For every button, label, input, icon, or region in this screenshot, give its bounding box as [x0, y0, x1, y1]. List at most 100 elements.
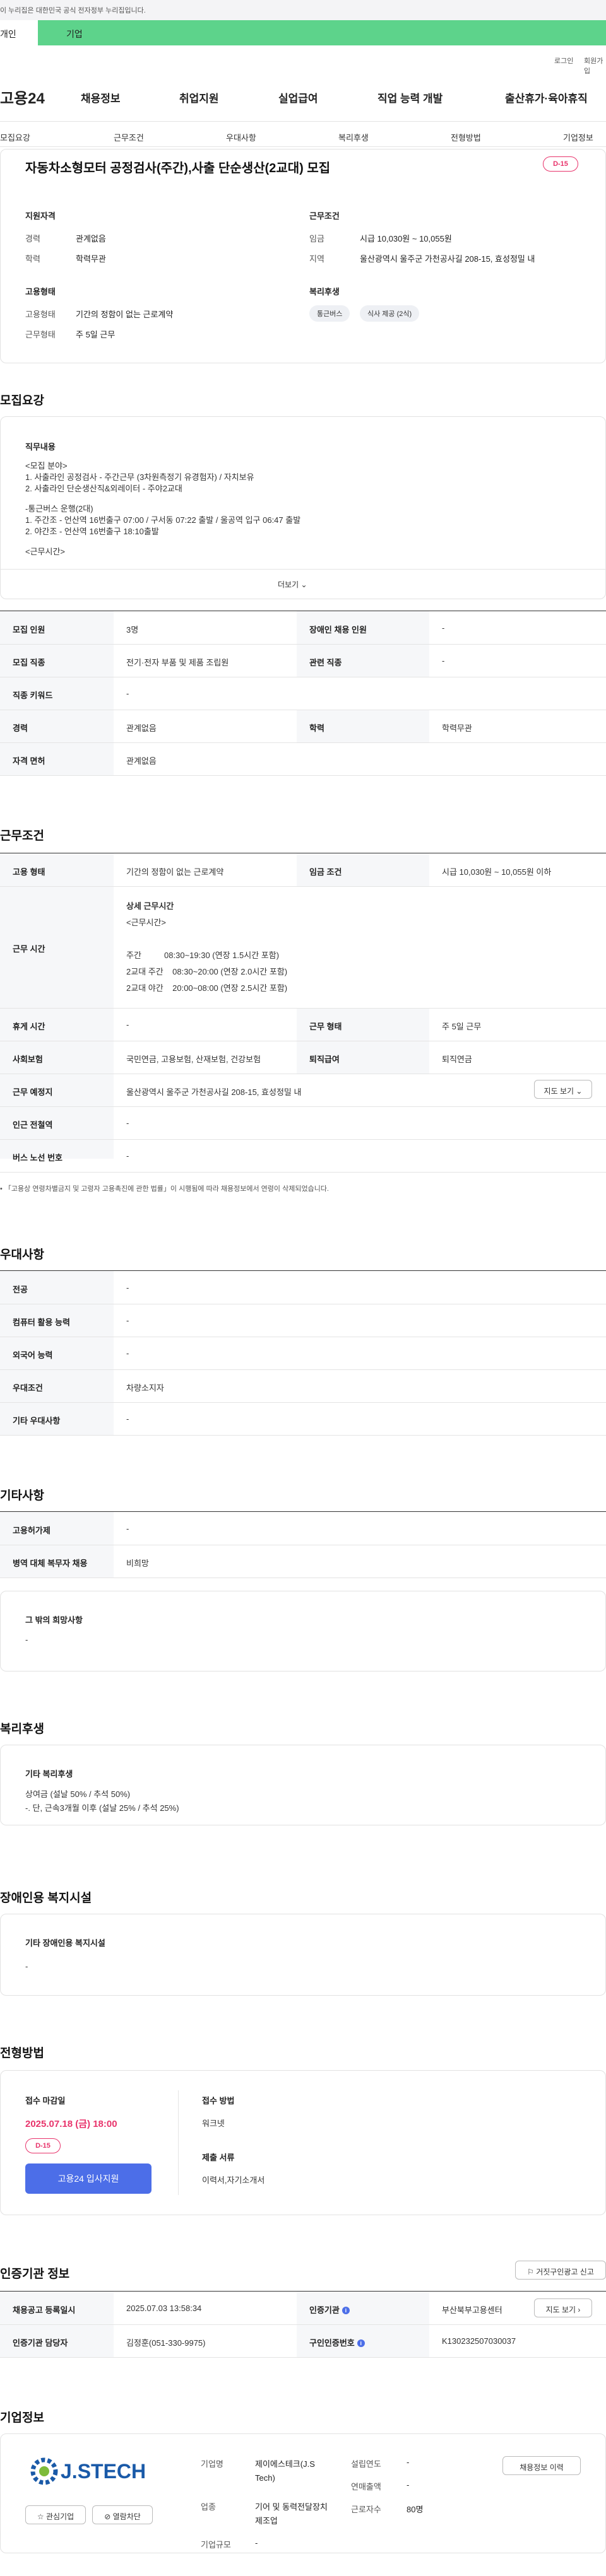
map-button-label: 지도 보기 — [544, 1087, 574, 1096]
chevron-right-icon: › — [578, 2305, 581, 2314]
subnav-recruit[interactable]: 모집요강 — [0, 131, 30, 143]
row-divider — [0, 1172, 606, 1173]
divider — [0, 146, 606, 147]
table-header: 채용공고 등록일시 — [13, 2305, 76, 2315]
section-title-disability: 장애인용 복지시설 — [0, 1892, 92, 1905]
etc-box-label: 그 밖의 희망사항 — [25, 1615, 83, 1625]
history-button[interactable]: 채용정보 이력 — [502, 2456, 581, 2475]
table-cell: 시급 10,030원 ~ 10,055원 이하 — [442, 867, 552, 877]
subnav-preference[interactable]: 우대사항 — [226, 131, 256, 143]
favorite-company-button[interactable]: ☆ 관심기업 — [25, 2505, 86, 2524]
gnb-job-training[interactable]: 직업 능력 개발 — [377, 90, 443, 105]
duty-line: <근무시간> — [25, 547, 66, 556]
employees-value: 80명 — [407, 2505, 424, 2514]
region-value: 울산광역시 울주군 가천공사길 208-15, 효성정밀 내 — [360, 254, 535, 264]
info-icon[interactable]: i — [342, 2307, 350, 2314]
company-name-key: 기업명 — [201, 2459, 223, 2469]
gov-banner: 이 누리집은 대한민국 공식 전자정부 누리집입니다. — [0, 0, 606, 20]
table-header: 사회보험 — [13, 1055, 43, 1064]
welfare-chip: 통근버스 — [309, 305, 350, 322]
duty-line — [25, 495, 300, 503]
join-link[interactable]: 회원가입 — [584, 56, 606, 76]
etc-box-value: - — [25, 1635, 28, 1644]
table-cell: 주 5일 근무 — [442, 1022, 482, 1031]
block-company-button[interactable]: ⊘ 열람차단 — [92, 2505, 153, 2524]
table-header: 인증기관 i — [309, 2304, 350, 2315]
table-cell: - — [442, 656, 445, 665]
wage-value: 시급 10,030원 ~ 10,055원 — [360, 234, 452, 243]
welfare-label: 기타 복리후생 — [25, 1769, 73, 1779]
map-button[interactable]: 지도 보기 ⌄ — [534, 1080, 592, 1099]
member-tabs: 개인 기업 — [0, 20, 606, 45]
table-cell: - — [442, 623, 445, 633]
gnb-parental-leave[interactable]: 출산휴가·육아휴직 — [505, 90, 588, 105]
disability-label: 기타 장애인용 복지시설 — [25, 1938, 105, 1948]
duty-line: <모집 분야> — [25, 461, 68, 471]
chevron-down-icon: ⌄ — [576, 1087, 583, 1096]
sales-key: 연매출액 — [351, 2482, 381, 2491]
company-card — [0, 2433, 606, 2553]
report-button[interactable]: ⚐ 거짓구인광고 신고 — [515, 2261, 606, 2280]
tab-individual[interactable]: 개인 — [0, 20, 38, 45]
age-note-text: 「고용상 연령차별금지 및 고령자 고용촉진에 관한 법률」이 시행됨에 따라 … — [4, 1185, 329, 1193]
row-divider — [0, 1435, 606, 1436]
welfare-heading: 복리후생 — [309, 287, 340, 296]
duty-line — [25, 537, 300, 546]
table-cell: 퇴직연금 — [442, 1055, 472, 1064]
section-title-preference: 우대사항 — [0, 1248, 44, 1262]
table-cell: 학력무관 — [442, 723, 472, 733]
table-header: 전공 — [13, 1285, 28, 1294]
row-divider — [0, 1008, 606, 1009]
table-header: 구인인증번호 i — [309, 2336, 365, 2348]
row-divider — [0, 2357, 606, 2358]
size-key: 기업규모 — [201, 2540, 231, 2550]
subnav-company[interactable]: 기업정보 — [563, 131, 593, 143]
gnb-unemployment-benefit[interactable]: 실업급여 — [278, 90, 318, 105]
section-title-welfare: 복리후생 — [0, 1723, 44, 1736]
welfare-chip: 식사 제공 (2식) — [360, 305, 420, 322]
tab-business[interactable]: 기업 — [38, 20, 606, 45]
gear-logo-icon — [30, 2457, 58, 2485]
table-cell: - — [126, 1349, 129, 1358]
gnb-job-info[interactable]: 채용정보 — [81, 90, 121, 105]
table-cell: - — [126, 1524, 129, 1533]
size-value: - — [255, 2538, 258, 2548]
time-line: 상세 근무시간 — [126, 901, 174, 911]
dday-badge: D-15 — [25, 2138, 61, 2153]
subnav-welfare[interactable]: 복리후생 — [338, 131, 369, 143]
subnav-selection[interactable]: 전형방법 — [451, 131, 481, 143]
table-header: 병역 대체 복무자 채용 — [13, 1559, 88, 1568]
docs-value: 이력서,자기소개서 — [202, 2175, 265, 2185]
agency-map-button[interactable]: 지도 보기 › — [534, 2298, 592, 2317]
duty-line: 1. 사출라인 공정검사 - 주간근무 (3차원측정기 유경험자) / 자치보유 — [25, 472, 254, 482]
time-line: 주간 08:30~19:30 (연장 1.5시간 포함) — [126, 951, 280, 960]
more-label: 더보기 — [278, 580, 299, 589]
apply-button[interactable]: 고용24 입사지원 — [25, 2163, 152, 2194]
year-value: - — [407, 2457, 410, 2467]
section-title-agency: 인증기관 정보 — [0, 2268, 70, 2281]
info-icon[interactable]: i — [357, 2339, 365, 2347]
login-link[interactable]: 로그인 — [554, 56, 573, 66]
etc-box — [0, 1591, 606, 1671]
welfare-line: -. 단, 근속3개월 이후 (설날 25% / 추석 25%) — [25, 1803, 179, 1813]
gnb-employment-support[interactable]: 취업지원 — [179, 90, 219, 105]
flag-icon: ⚐ — [527, 2268, 534, 2276]
site-logo[interactable]: 고용24 — [0, 86, 45, 108]
table-cell: 울산광역시 울주군 가천공사길 208-15, 효성정밀 내 — [126, 1087, 302, 1097]
disability-value: - — [25, 1962, 28, 1971]
table-cell: - — [126, 689, 129, 698]
deadline-label: 접수 마감일 — [25, 2096, 66, 2105]
table-header: 관련 직종 — [309, 658, 342, 667]
table-cell: K130232507030037 — [442, 2336, 516, 2346]
table-cell: 김정훈(051-330-9975) — [126, 2338, 206, 2348]
table-cell: 부산북부고용센터 — [442, 2305, 502, 2315]
emptype-value: 기간의 정함이 없는 근로계약 — [76, 310, 174, 319]
table-header: 근무 예정지 — [13, 1087, 53, 1097]
favorite-label: 관심기업 — [45, 2512, 74, 2521]
subnav-work[interactable]: 근무조건 — [114, 131, 144, 143]
more-button[interactable]: 더보기 ⌄ — [278, 579, 307, 590]
table-cell: - — [126, 1118, 129, 1128]
career-value: 관계없음 — [76, 234, 106, 243]
table-header: 퇴직급여 — [309, 1055, 340, 1064]
year-key: 설립연도 — [351, 2459, 381, 2469]
